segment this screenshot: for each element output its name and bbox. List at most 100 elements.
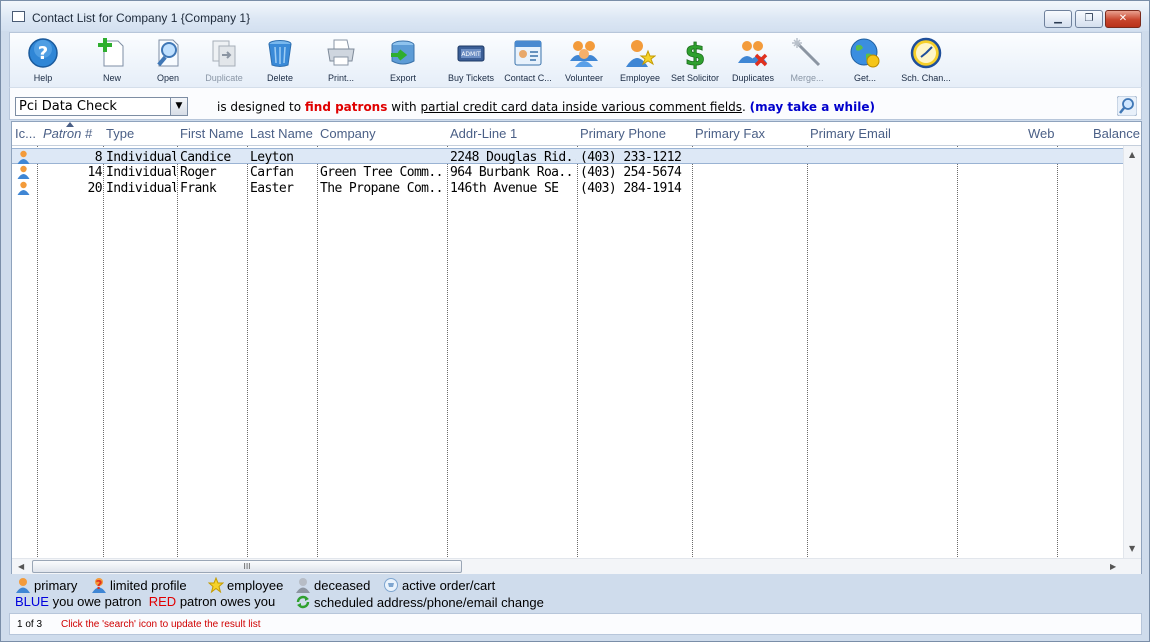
cell-last-name: Easter: [250, 181, 294, 196]
query-description: is designed to find patrons with partial…: [217, 100, 875, 114]
print-label: Print...: [327, 73, 354, 83]
sch-change-button[interactable]: Sch. Chan...: [898, 35, 954, 85]
col-header-icon[interactable]: Ic...: [15, 126, 43, 141]
window-title: Contact List for Company 1 {Company 1}: [32, 11, 251, 25]
column-divider: [177, 146, 178, 559]
svg-text:$: $: [685, 38, 706, 69]
col-header-type[interactable]: Type: [106, 126, 178, 141]
contact-list-window: Contact List for Company 1 {Company 1} ▁…: [0, 0, 1150, 642]
open-button[interactable]: Open: [146, 35, 190, 85]
title-bar[interactable]: Contact List for Company 1 {Company 1} ▁…: [1, 1, 1149, 31]
new-label: New: [102, 73, 121, 83]
contact-button[interactable]: Contact C...: [502, 35, 554, 85]
export-button[interactable]: Export: [380, 35, 426, 85]
desc-highlight-red: find patrons: [304, 100, 388, 114]
open-icon: [157, 39, 179, 67]
col-header-address[interactable]: Addr-Line 1: [450, 126, 578, 141]
cell-address: 2248 Douglas Rid...: [450, 150, 576, 165]
scroll-up-icon[interactable]: ▲: [1129, 150, 1135, 159]
chevron-down-icon[interactable]: ▼: [170, 98, 187, 115]
legend-deceased-label: deceased: [314, 578, 371, 593]
legend-blue-word: BLUE: [15, 594, 49, 609]
table-row[interactable]: 14 Individual Roger Carfan Green Tree Co…: [12, 164, 1123, 180]
legend-red-word: RED: [148, 594, 177, 609]
cell-type: Individual: [106, 150, 176, 165]
legend-scheduled-change: scheduled address/phone/email change: [295, 594, 544, 610]
magic-wand-icon: [792, 38, 821, 67]
primary-icon: [16, 578, 30, 593]
cell-first-name: Candice: [180, 150, 231, 165]
toolbar: ? Help New Open Duplicate Delete Print..…: [9, 32, 1142, 87]
printer-icon: [327, 39, 355, 66]
legend-employee-label: employee: [227, 578, 284, 593]
col-header-email[interactable]: Primary Email: [810, 126, 955, 141]
get-button[interactable]: Get...: [842, 35, 888, 85]
help-button[interactable]: ? Help: [22, 35, 64, 85]
volunteer-icon: [570, 41, 598, 67]
horizontal-scrollbar[interactable]: ◀ III ▶: [12, 558, 1141, 574]
scroll-left-icon[interactable]: ◀: [18, 562, 24, 571]
cell-company: Green Tree Comm...: [320, 165, 446, 180]
legend-primary: primary: [15, 577, 77, 593]
print-button[interactable]: Print...: [316, 35, 366, 85]
status-message: Click the 'search' icon to update the re…: [61, 619, 261, 630]
col-header-last-name[interactable]: Last Name: [250, 126, 320, 141]
minimize-button[interactable]: ▁: [1044, 10, 1072, 28]
delete-button[interactable]: Delete: [258, 35, 302, 85]
column-divider: [1057, 146, 1058, 559]
col-header-patron[interactable]: Patron #: [43, 126, 103, 141]
help-label: Help: [33, 73, 53, 83]
cell-address: 964 Burbank Roa...: [450, 165, 576, 180]
close-button[interactable]: ✕: [1105, 10, 1141, 28]
horizontal-scroll-thumb[interactable]: III: [32, 560, 462, 573]
table-row[interactable]: 8 Individual Candice Leyton 2248 Douglas…: [12, 148, 1123, 165]
contacts-table: Ic... Patron # Type First Name Last Name…: [11, 121, 1142, 574]
buy-tickets-button[interactable]: ADMIT Buy Tickets: [444, 35, 498, 85]
column-divider: [317, 146, 318, 559]
col-header-first-name[interactable]: First Name: [180, 126, 250, 141]
merge-button[interactable]: Merge...: [784, 35, 830, 85]
employee-button[interactable]: Employee: [616, 35, 664, 85]
col-header-phone[interactable]: Primary Phone: [580, 126, 692, 141]
legend-employee: employee: [208, 577, 283, 593]
col-header-web[interactable]: Web: [1028, 126, 1056, 141]
window-icon: [12, 11, 25, 22]
column-divider: [447, 146, 448, 559]
duplicates-button[interactable]: Duplicates: [726, 35, 780, 85]
duplicate-label: Duplicate: [205, 73, 243, 83]
cart-icon: [384, 578, 398, 592]
employee-icon: [626, 40, 656, 67]
refresh-icon: [296, 595, 310, 609]
query-select[interactable]: Pci Data Check ▼: [15, 97, 188, 116]
filter-bar: Pci Data Check ▼ is designed to find pat…: [9, 87, 1142, 120]
scroll-right-icon[interactable]: ▶: [1110, 562, 1116, 571]
new-button[interactable]: New: [90, 35, 134, 85]
record-count: 1 of 3: [17, 619, 43, 630]
maximize-button[interactable]: ❐: [1075, 10, 1103, 28]
employee-label: Employee: [619, 73, 661, 83]
sort-ascending-icon: [66, 122, 74, 127]
desc-underlined: partial credit card data inside various …: [420, 100, 743, 114]
delete-label: Delete: [266, 73, 293, 83]
search-icon[interactable]: [1117, 96, 1137, 116]
table-row[interactable]: 20 Individual Frank Easter The Propane C…: [12, 180, 1123, 196]
vertical-scrollbar[interactable]: ▲ ▼: [1123, 146, 1141, 558]
col-header-company[interactable]: Company: [320, 126, 448, 141]
svg-text:?: ?: [96, 578, 103, 592]
limited-profile-icon: ?: [92, 578, 106, 593]
scroll-down-icon[interactable]: ▼: [1129, 544, 1135, 553]
legend-red-text: patron owes you: [179, 594, 276, 609]
buy-tickets-label: Buy Tickets: [447, 73, 494, 83]
duplicate-button[interactable]: Duplicate: [200, 35, 248, 85]
volunteer-button[interactable]: Volunteer: [560, 35, 608, 85]
cell-first-name: Frank: [180, 181, 217, 196]
set-solicitor-button[interactable]: $ Set Solicitor: [666, 35, 724, 85]
cell-type: Individual: [106, 181, 176, 196]
tickets-icon: ADMIT: [457, 45, 485, 62]
legend-active-order: active order/cart: [383, 577, 495, 593]
legend-deceased: deceased: [295, 577, 370, 593]
col-header-balance[interactable]: Balance: [1093, 126, 1143, 141]
export-icon: [391, 40, 415, 65]
col-header-fax[interactable]: Primary Fax: [695, 126, 807, 141]
cell-phone: (403) 254-5674: [580, 165, 682, 180]
